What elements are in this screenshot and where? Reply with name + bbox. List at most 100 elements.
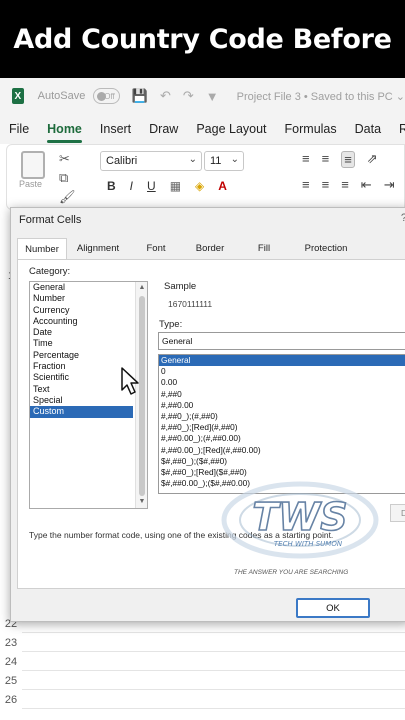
mouse-cursor-icon (121, 367, 139, 395)
excel-logo-icon: X (12, 88, 24, 104)
list-item[interactable]: #,##0.00_);(#,##0.00) (159, 433, 405, 444)
list-item[interactable]: #,##0 (159, 389, 405, 400)
decrease-indent-icon[interactable]: ⇤ (361, 177, 372, 193)
bold-button[interactable]: B (107, 179, 116, 193)
watermark-logo-text: TWS (252, 495, 347, 539)
tab-file[interactable]: File (0, 122, 38, 136)
align-left-icon[interactable]: ≡ (302, 177, 310, 193)
customize-toolbar-icon[interactable]: ▼ (206, 89, 219, 104)
tab-home[interactable]: Home (38, 122, 91, 143)
watermark-logo: TWS TECH WITH SUMON (221, 481, 379, 559)
list-item-selected[interactable]: Custom (30, 406, 133, 418)
dialog-title: Format Cells (19, 214, 82, 226)
autosave-toggle[interactable]: Off (93, 88, 120, 104)
dialog-tabs: Number Alignment Font Border Fill Protec… (17, 238, 405, 260)
watermark-tagline: THE ANSWER YOU ARE SEARCHING (234, 569, 349, 576)
row-header[interactable]: 23 (0, 637, 22, 649)
list-item[interactable]: #,##0_);(#,##0) (159, 411, 405, 422)
tab-page-layout[interactable]: Page Layout (187, 122, 275, 136)
list-item[interactable]: Percentage (30, 350, 133, 361)
clipboard-tools: ✂ ⧉ 🖌 (59, 149, 76, 206)
redo-icon[interactable]: ↷ (183, 88, 194, 104)
list-item[interactable]: Currency (30, 305, 133, 316)
alignment-row-top: ≡ ≡ ≡ ⇗ (302, 151, 378, 168)
list-item[interactable]: 0 (159, 366, 405, 377)
category-label: Category: (29, 266, 71, 277)
paste-icon[interactable] (21, 151, 45, 179)
sample-label: Sample (164, 281, 197, 292)
tab-alignment[interactable]: Alignment (67, 238, 129, 260)
grid-line (22, 708, 405, 709)
font-format-buttons: B I U ▦ ◈ A (107, 179, 227, 193)
autosave-toggle-state: Off (104, 91, 115, 101)
scroll-thumb[interactable] (139, 296, 145, 496)
borders-icon[interactable]: ▦ (170, 179, 181, 193)
align-middle-icon[interactable]: ≡ (322, 151, 330, 168)
row-header[interactable]: 25 (0, 675, 22, 687)
tab-data[interactable]: Data (346, 122, 390, 136)
list-item[interactable]: 0.00 (159, 377, 405, 388)
list-item[interactable]: Number (30, 293, 133, 304)
align-right-icon[interactable]: ≡ (341, 177, 349, 193)
tab-border[interactable]: Border (183, 238, 237, 260)
row-header[interactable]: 24 (0, 656, 22, 668)
increase-indent-icon[interactable]: ⇥ (384, 177, 395, 193)
list-item[interactable]: Text (30, 384, 133, 395)
type-label: Type: (159, 319, 183, 330)
scroll-down-icon[interactable]: ▼ (136, 496, 148, 508)
align-center-icon[interactable]: ≡ (322, 177, 330, 193)
help-icon[interactable]: ? (401, 212, 405, 224)
format-painter-icon[interactable]: 🖌 (59, 187, 76, 206)
list-item[interactable]: Date (30, 327, 133, 338)
ribbon-tabs: File Home Insert Draw Page Layout Formul… (0, 114, 405, 144)
undo-icon[interactable]: ↶ (160, 88, 171, 104)
align-bottom-icon[interactable]: ≡ (341, 151, 355, 168)
copy-icon[interactable]: ⧉ (59, 168, 76, 187)
tab-font[interactable]: Font (129, 238, 183, 260)
list-item[interactable]: General (30, 282, 133, 293)
delete-button[interactable]: De (390, 504, 405, 522)
grid-line (22, 651, 405, 652)
grid-line (22, 689, 405, 690)
list-item[interactable]: Special (30, 395, 133, 406)
font-name-select[interactable]: Calibri ⌄ (100, 151, 202, 171)
tab-review[interactable]: Review (390, 122, 405, 136)
font-size-select[interactable]: 11 ⌄ (204, 151, 244, 171)
orientation-icon[interactable]: ⇗ (367, 151, 378, 168)
fill-color-icon[interactable]: ◈ (195, 179, 204, 193)
tab-number[interactable]: Number (17, 238, 67, 260)
list-item-selected[interactable]: General (159, 355, 405, 367)
tab-draw[interactable]: Draw (140, 122, 187, 136)
video-title-banner: Add Country Code Before (0, 0, 405, 78)
italic-button[interactable]: I (130, 179, 133, 193)
autosave-label: AutoSave (37, 90, 86, 102)
list-item[interactable]: #,##0.00_);[Red](#,##0.00) (159, 445, 405, 456)
row-header[interactable]: 26 (0, 694, 22, 706)
tab-formulas[interactable]: Formulas (276, 122, 346, 136)
cut-icon[interactable]: ✂ (59, 149, 76, 168)
tab-protection[interactable]: Protection (291, 238, 361, 260)
scroll-up-icon[interactable]: ▲ (136, 282, 148, 294)
ok-button[interactable]: OK (296, 598, 370, 618)
list-item[interactable]: Scientific (30, 372, 133, 383)
list-item[interactable]: Accounting (30, 316, 133, 327)
type-input[interactable]: General (158, 332, 405, 350)
align-top-icon[interactable]: ≡ (302, 151, 310, 168)
grid-line (22, 670, 405, 671)
font-color-icon[interactable]: A (218, 179, 227, 193)
tab-insert[interactable]: Insert (91, 122, 140, 136)
screenshot-stage: Add Country Code Before X AutoSave Off 💾… (0, 0, 405, 720)
underline-button[interactable]: U (147, 179, 156, 193)
alignment-row-bottom: ≡ ≡ ≡ ⇤ ⇥ (302, 177, 395, 193)
font-name-value: Calibri (106, 155, 138, 167)
chevron-down-icon: ⌄ (230, 154, 239, 165)
list-item[interactable]: #,##0_);[Red](#,##0) (159, 422, 405, 433)
list-item[interactable]: Time (30, 338, 133, 349)
tab-fill[interactable]: Fill (237, 238, 291, 260)
list-item[interactable]: #,##0.00 (159, 400, 405, 411)
list-item[interactable]: $#,##0_);($#,##0) (159, 456, 405, 467)
font-size-value: 11 (210, 155, 222, 167)
save-icon[interactable]: 💾 (132, 88, 148, 104)
list-item[interactable]: Fraction (30, 361, 133, 372)
grid-line (22, 632, 405, 633)
